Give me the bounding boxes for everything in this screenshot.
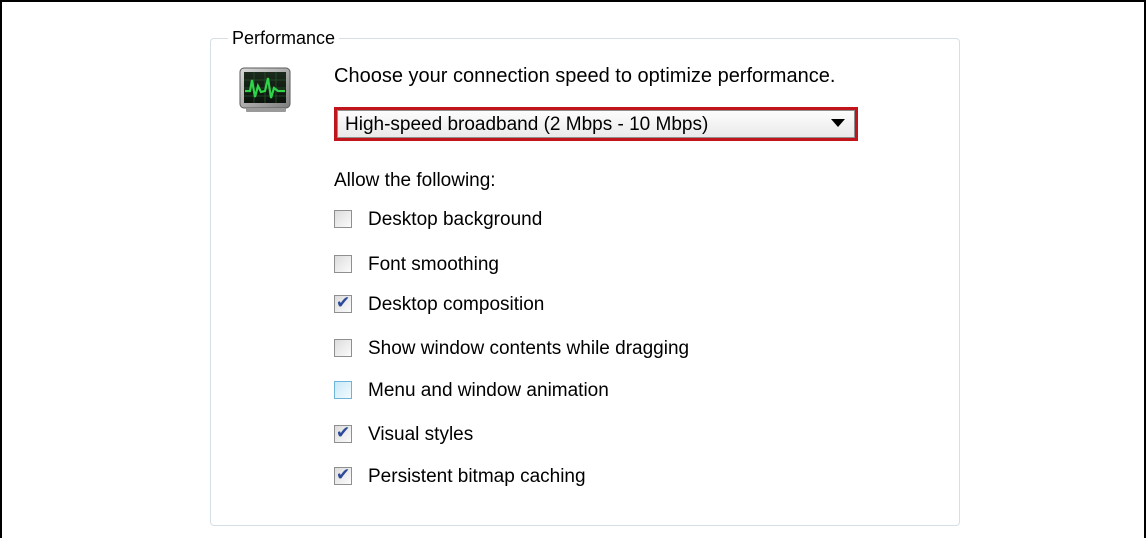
desktop-composition-checkbox[interactable]: ✔ (334, 293, 352, 313)
persistent-bitmap-caching-checkbox[interactable]: ✔ (334, 465, 352, 485)
checkmark-icon: ✔ (336, 465, 351, 484)
connection-speed-value: High-speed broadband (2 Mbps - 10 Mbps) (345, 114, 709, 135)
option-label[interactable]: Font smoothing (368, 252, 499, 278)
option-label[interactable]: Visual styles (368, 422, 473, 448)
option-label[interactable]: Menu and window animation (368, 378, 609, 404)
option-label[interactable]: Persistent bitmap caching (368, 464, 586, 490)
desktop-background-checkbox[interactable] (334, 210, 352, 228)
option-label[interactable]: Desktop composition (368, 292, 544, 318)
chevron-down-icon[interactable] (831, 119, 845, 127)
connection-speed-dropdown[interactable]: High-speed broadband (2 Mbps - 10 Mbps) (334, 107, 858, 141)
option-label[interactable]: Show window contents while dragging (368, 336, 689, 362)
checkmark-icon: ✔ (336, 293, 351, 312)
performance-group-title: Performance (228, 26, 340, 50)
option-label[interactable]: Desktop background (368, 207, 542, 233)
checkmark-icon: ✔ (336, 423, 351, 442)
menu-window-animation-checkbox[interactable] (334, 381, 352, 399)
font-smoothing-checkbox[interactable] (334, 255, 352, 273)
performance-monitor-icon (239, 67, 291, 112)
show-window-contents-checkbox[interactable] (334, 339, 352, 357)
connection-speed-prompt: Choose your connection speed to optimize… (334, 65, 836, 87)
allow-following-label: Allow the following: (334, 170, 496, 191)
visual-styles-checkbox[interactable]: ✔ (334, 423, 352, 443)
